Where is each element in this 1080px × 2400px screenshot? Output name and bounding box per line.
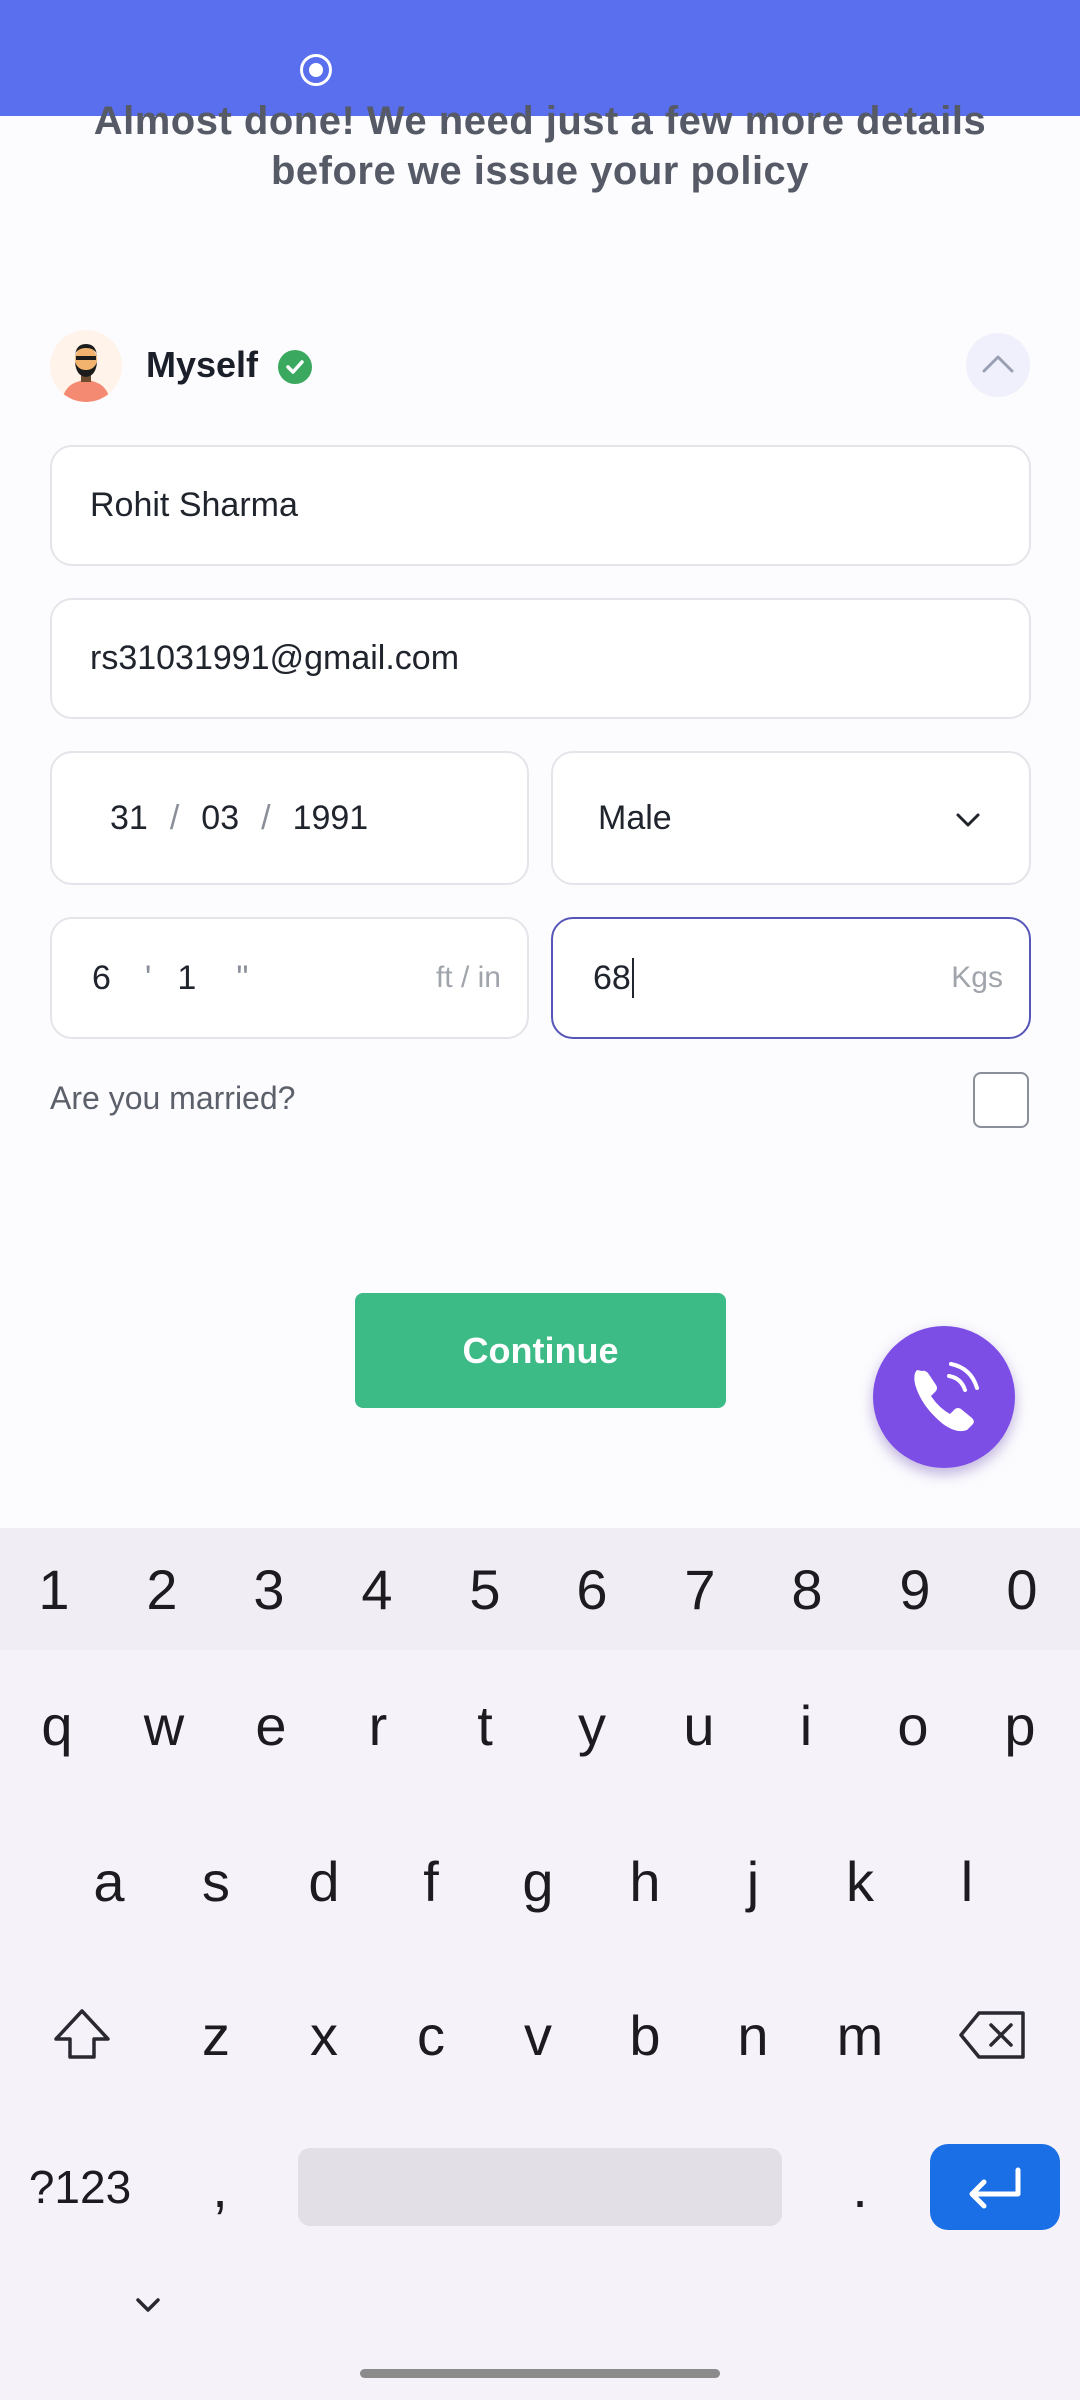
key-n[interactable]: n: [708, 1980, 798, 2090]
chevron-down-icon: [956, 813, 980, 827]
key-4[interactable]: 4: [332, 1534, 422, 1644]
key-9[interactable]: 9: [870, 1534, 960, 1644]
weight-field[interactable]: 68 Kgs: [551, 917, 1031, 1039]
phone-call-icon: [914, 1362, 979, 1432]
height-inches-mark: ": [236, 958, 249, 997]
member-row[interactable]: Myself: [50, 330, 1030, 402]
key-8[interactable]: 8: [762, 1534, 852, 1644]
key-2[interactable]: 2: [117, 1534, 207, 1644]
name-field[interactable]: Rohit Sharma: [50, 445, 1031, 566]
key-m[interactable]: m: [815, 1980, 905, 2090]
key-a[interactable]: a: [64, 1826, 154, 1936]
comma-key[interactable]: ,: [175, 2132, 265, 2242]
text-caret: [631, 958, 634, 998]
space-key[interactable]: [298, 2148, 782, 2226]
key-k[interactable]: k: [815, 1826, 905, 1936]
key-r[interactable]: r: [333, 1670, 423, 1780]
enter-icon: [969, 2167, 1021, 2209]
member-name: Myself: [146, 344, 259, 385]
key-l[interactable]: l: [922, 1826, 1012, 1936]
continue-button[interactable]: Continue: [355, 1293, 726, 1408]
weight-unit: Kgs: [951, 961, 1003, 994]
dob-field[interactable]: 31 / 03 / 1991: [50, 751, 529, 885]
dob-value: 31 / 03 / 1991: [110, 753, 368, 883]
verified-check-icon: [278, 350, 312, 384]
key-x[interactable]: x: [279, 1980, 369, 2090]
key-g[interactable]: g: [493, 1826, 583, 1936]
dob-day: 31: [110, 798, 148, 837]
name-value: Rohit Sharma: [90, 486, 298, 524]
height-feet: 6: [92, 958, 111, 997]
weight-value: 68: [593, 919, 634, 1037]
key-o[interactable]: o: [868, 1670, 958, 1780]
key-b[interactable]: b: [600, 1980, 690, 2090]
period-key[interactable]: .: [815, 2132, 905, 2242]
key-e[interactable]: e: [226, 1670, 316, 1780]
key-d[interactable]: d: [279, 1826, 369, 1936]
height-field[interactable]: 6 ' 1 " ft / in: [50, 917, 529, 1039]
dob-month: 03: [201, 798, 240, 837]
backspace-key[interactable]: [948, 1980, 1038, 2090]
collapse-button[interactable]: [966, 333, 1030, 397]
key-h[interactable]: h: [600, 1826, 690, 1936]
height-value: 6 ' 1 ": [92, 919, 248, 1037]
gender-value: Male: [598, 798, 672, 837]
key-v[interactable]: v: [493, 1980, 583, 2090]
call-button[interactable]: [873, 1326, 1015, 1468]
key-7[interactable]: 7: [655, 1534, 745, 1644]
key-0[interactable]: 0: [977, 1534, 1067, 1644]
enter-key[interactable]: [930, 2144, 1060, 2230]
key-w[interactable]: w: [119, 1670, 209, 1780]
keyboard-number-row: 1 2 3 4 5 6 7 8 9 0: [0, 1528, 1080, 1650]
key-y[interactable]: y: [547, 1670, 637, 1780]
chevron-up-icon: [982, 355, 1014, 373]
key-i[interactable]: i: [761, 1670, 851, 1780]
key-1[interactable]: 1: [9, 1534, 99, 1644]
weight-number: 68: [593, 958, 631, 997]
height-unit: ft / in: [435, 961, 501, 994]
key-s[interactable]: s: [171, 1826, 261, 1936]
dob-separator: /: [261, 798, 271, 837]
married-checkbox[interactable]: [973, 1072, 1029, 1128]
key-6[interactable]: 6: [547, 1534, 637, 1644]
key-u[interactable]: u: [654, 1670, 744, 1780]
keyboard-hide-icon: [136, 2298, 160, 2312]
gesture-nav-bar[interactable]: [360, 2369, 720, 2378]
key-z[interactable]: z: [171, 1980, 261, 2090]
key-5[interactable]: 5: [440, 1534, 530, 1644]
key-c[interactable]: c: [386, 1980, 476, 2090]
page-headline: Almost done! We need just a few more det…: [0, 96, 1080, 196]
height-feet-mark: ': [144, 958, 152, 997]
key-j[interactable]: j: [708, 1826, 798, 1936]
headline-line-1: Almost done! We need just a few more det…: [93, 99, 987, 143]
key-p[interactable]: p: [975, 1670, 1065, 1780]
symbols-key[interactable]: ?123: [10, 2132, 150, 2242]
backspace-icon: [959, 2011, 1025, 2059]
email-field[interactable]: rs31031991@gmail.com: [50, 598, 1031, 719]
key-3[interactable]: 3: [224, 1534, 314, 1644]
dob-year: 1991: [292, 798, 369, 837]
soft-keyboard: 1 2 3 4 5 6 7 8 9 0 q w e r t y u i o p …: [0, 1528, 1080, 2400]
key-f[interactable]: f: [386, 1826, 476, 1936]
shift-key[interactable]: [37, 1980, 127, 2090]
key-q[interactable]: q: [12, 1670, 102, 1780]
keyboard-hide-button[interactable]: [118, 2288, 178, 2328]
record-icon: [300, 54, 332, 86]
dob-separator: /: [169, 798, 180, 837]
key-t[interactable]: t: [440, 1670, 530, 1780]
email-value: rs31031991@gmail.com: [90, 639, 460, 677]
avatar: [50, 330, 122, 402]
shift-icon: [54, 2009, 110, 2059]
height-inches: 1: [177, 958, 197, 997]
gender-select[interactable]: Male: [551, 751, 1031, 885]
married-label: Are you married?: [50, 1080, 296, 1116]
headline-line-2: before we issue your policy: [270, 149, 810, 193]
